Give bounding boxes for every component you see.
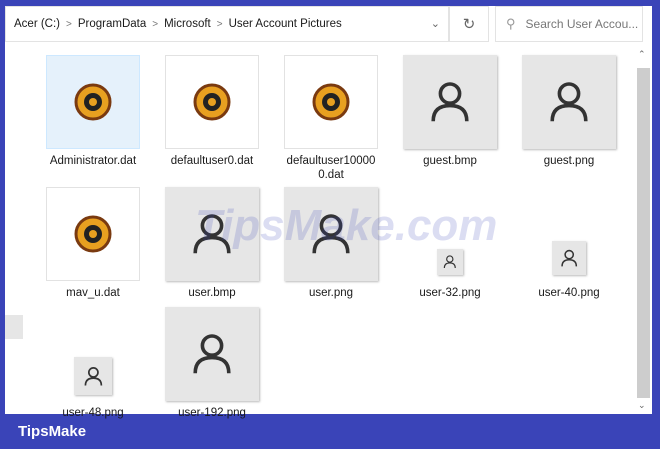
refresh-button[interactable]: ↻ — [449, 6, 489, 42]
file-name: user.png — [308, 287, 354, 299]
file-name: defaultuser0.dat — [170, 155, 254, 167]
breadcrumb-current[interactable]: User Account Pictures — [229, 18, 342, 30]
file-thumbnail — [522, 55, 616, 149]
file-thumbnail — [165, 55, 259, 149]
file-name: guest.png — [543, 155, 595, 167]
chevron-right-icon: > — [152, 18, 159, 30]
scroll-up-icon[interactable]: ⌃ — [638, 49, 646, 60]
search-input[interactable]: ⚲ Search User Accou... — [495, 6, 643, 42]
file-name: Administrator.dat — [49, 155, 137, 167]
aperture-icon — [193, 83, 231, 121]
address-bar[interactable]: Acer (C:) > ProgramData > Microsoft > User … — [5, 6, 449, 42]
file-item[interactable]: mav_u.dat — [38, 187, 148, 300]
aperture-icon — [74, 215, 112, 253]
chevron-down-icon[interactable]: ⌄ — [431, 17, 440, 30]
vertical-scrollbar[interactable]: ⌃ ⌄ — [635, 46, 652, 414]
file-thumbnail — [403, 55, 497, 149]
aperture-icon — [74, 83, 112, 121]
user-icon — [193, 334, 231, 374]
file-item[interactable]: user-192.png — [157, 307, 267, 420]
file-thumbnail — [46, 55, 140, 149]
user-icon — [431, 82, 469, 122]
breadcrumb-microsoft[interactable]: Microsoft — [164, 18, 211, 30]
file-name: defaultuser10000 0.dat — [286, 155, 376, 181]
file-thumbnail — [74, 357, 112, 395]
file-item[interactable]: guest.png — [514, 55, 624, 168]
file-name: user.bmp — [188, 287, 236, 299]
scroll-down-icon[interactable]: ⌄ — [638, 400, 646, 411]
file-name: user-192.png — [178, 407, 246, 419]
search-placeholder: Search User Accou... — [525, 17, 639, 31]
file-item[interactable]: Administrator.dat — [38, 55, 148, 168]
user-icon — [443, 255, 457, 269]
file-thumbnail — [284, 55, 378, 149]
file-thumbnail — [552, 241, 586, 275]
aperture-icon — [312, 83, 350, 121]
file-item[interactable]: user-40.png — [514, 187, 624, 300]
file-name: mav_u.dat — [66, 287, 120, 299]
user-icon — [84, 366, 102, 386]
breadcrumb-drive[interactable]: Acer (C:) — [14, 18, 60, 30]
refresh-icon: ↻ — [462, 16, 476, 33]
file-thumbnail — [165, 307, 259, 401]
user-icon — [561, 249, 577, 267]
search-icon: ⚲ — [506, 16, 516, 31]
watermark: TipsMake.com — [195, 201, 498, 250]
brand-logo: TipsMake — [18, 423, 87, 440]
chevron-right-icon: > — [216, 18, 223, 30]
file-thumbnail-frame — [522, 187, 616, 281]
file-thumbnail — [437, 249, 463, 275]
file-item[interactable]: defaultuser0.dat — [157, 55, 267, 168]
user-icon — [550, 82, 588, 122]
file-name: user-40.png — [538, 287, 600, 299]
file-item[interactable]: defaultuser10000 0.dat — [276, 55, 386, 182]
file-item[interactable]: guest.bmp — [395, 55, 505, 168]
file-item[interactable]: user-48.png — [38, 307, 148, 420]
file-thumbnail-frame — [46, 307, 140, 401]
file-explorer-window: Acer (C:) > ProgramData > Microsoft > User … — [5, 6, 652, 419]
scrollbar-thumb[interactable] — [637, 68, 650, 398]
file-thumbnail — [46, 187, 140, 281]
chevron-right-icon: > — [66, 18, 72, 30]
file-name: guest.bmp — [423, 155, 477, 167]
breadcrumb-programdata[interactable]: ProgramData — [78, 18, 146, 30]
file-name: user-32.png — [419, 287, 481, 299]
navigation-pane-edge — [5, 315, 23, 339]
file-name: user-48.png — [62, 407, 124, 419]
